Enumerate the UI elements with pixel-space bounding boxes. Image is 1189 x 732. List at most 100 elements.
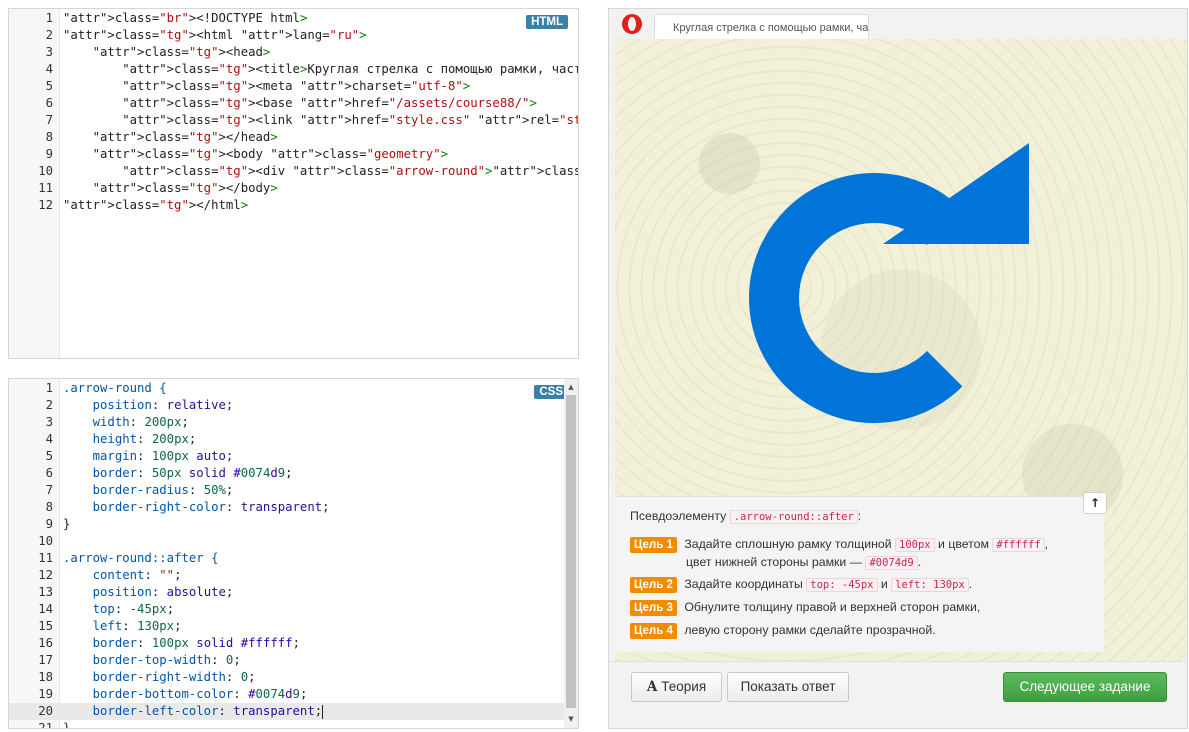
goal-1-line-2: цвет нижней стороны рамки — #0074d9.: [686, 555, 922, 570]
code-line[interactable]: 4 "attr">class="tg"><title>Круглая стрел…: [9, 61, 578, 78]
code-line[interactable]: 10: [9, 533, 578, 550]
code-text[interactable]: top: -45px;: [63, 601, 174, 618]
code-text[interactable]: "attr">class="tg"><title>Круглая стрелка…: [63, 61, 578, 78]
goal-4: Цель 4 левую сторону рамки сделайте проз…: [630, 623, 936, 639]
code-line[interactable]: 11 .arrow-round::after {: [9, 550, 578, 567]
html-editor[interactable]: 1 "attr">class="br"><!DOCTYPE html> 2 "attr…: [8, 8, 579, 359]
show-answer-button[interactable]: Показать ответ: [727, 672, 849, 702]
goal-badge: Цель 1: [630, 537, 677, 553]
code-line[interactable]: 12 "attr">class="tg"></html>: [9, 197, 578, 214]
code-text[interactable]: "attr">class="tg"></head>: [63, 129, 278, 146]
code-text[interactable]: position: relative;: [63, 397, 234, 414]
code-line[interactable]: 17 border-top-width: 0;: [9, 652, 578, 669]
line-number: 7: [45, 483, 53, 497]
css-code-area[interactable]: 1 .arrow-round {2 position: relative; 3 wi…: [9, 380, 578, 729]
code-line[interactable]: 13 position: absolute;: [9, 584, 578, 601]
code-line[interactable]: 5 margin: 100px auto;: [9, 448, 578, 465]
code-text[interactable]: position: absolute;: [63, 584, 234, 601]
code-text[interactable]: }: [63, 516, 70, 533]
code-text[interactable]: border-left-color: transparent;: [63, 703, 324, 720]
code-text[interactable]: .arrow-round::after {: [63, 550, 218, 567]
code-line[interactable]: 9}: [9, 516, 578, 533]
line-number: 3: [45, 45, 53, 59]
code-line[interactable]: 15 left: 130px;: [9, 618, 578, 635]
code-text[interactable]: "attr">class="tg"><head>: [63, 44, 271, 61]
code-text[interactable]: "attr">class="tg"><link "attr">href="sty…: [63, 112, 578, 129]
theory-button[interactable]: A Теория: [631, 672, 722, 702]
line-number: 16: [38, 636, 53, 650]
code-text[interactable]: }: [63, 720, 70, 728]
code-text[interactable]: width: 200px;: [63, 414, 189, 431]
scrollbar-thumb[interactable]: [566, 395, 576, 708]
code-line[interactable]: 18 border-right-width: 0;: [9, 669, 578, 686]
line-number: 18: [38, 670, 53, 684]
code-line[interactable]: 14 top: -45px;: [9, 601, 578, 618]
line-number: 14: [38, 602, 53, 616]
code-text[interactable]: "attr">class="tg"><base "attr">href="/as…: [63, 95, 537, 112]
code-text[interactable]: border-top-width: 0;: [63, 652, 241, 669]
code-text[interactable]: border-right-width: 0;: [63, 669, 256, 686]
code-line[interactable]: 4 height: 200px;: [9, 431, 578, 448]
code-text[interactable]: height: 200px;: [63, 431, 197, 448]
code-text[interactable]: .arrow-round {: [63, 380, 167, 397]
code-text[interactable]: border: 100px solid #ffffff;: [63, 635, 300, 652]
line-number: 7: [45, 113, 53, 127]
code-line[interactable]: 20 border-left-color: transparent;: [9, 703, 578, 720]
html-language-badge: HTML: [526, 15, 568, 29]
code-line[interactable]: 10 "attr">class="tg"><div "attr">class="…: [9, 163, 578, 180]
code-line[interactable]: 6 "attr">class="tg"><base "attr">href="/…: [9, 95, 578, 112]
line-number: 10: [38, 164, 53, 178]
html-code-area[interactable]: 1 "attr">class="br"><!DOCTYPE html> 2 "attr…: [9, 10, 578, 214]
line-number: 5: [45, 79, 53, 93]
line-number: 4: [45, 432, 53, 446]
code-line[interactable]: 2 position: relative;: [9, 397, 578, 414]
code-line[interactable]: 11 "attr">class="tg"></body>: [9, 180, 578, 197]
code-text[interactable]: border-right-color: transparent;: [63, 499, 330, 516]
code-line[interactable]: 6 border: 50px solid #0074d9;: [9, 465, 578, 482]
code-line[interactable]: 8 border-right-color: transparent;: [9, 499, 578, 516]
code-text[interactable]: "attr">class="tg"><body "attr">class="ge…: [63, 146, 448, 163]
code-line[interactable]: 21}: [9, 720, 578, 729]
css-editor[interactable]: 1 .arrow-round {2 position: relative; 3 wi…: [8, 378, 579, 729]
code-line[interactable]: 19 border-bottom-color: #0074d9;: [9, 686, 578, 703]
code-text[interactable]: "attr">class="br"><!DOCTYPE html>: [63, 10, 307, 27]
vertical-scrollbar[interactable]: ▲ ▼: [564, 379, 578, 728]
next-task-button[interactable]: Следующее задание: [1003, 672, 1167, 702]
code-text[interactable]: "attr">class="tg"></body>: [63, 180, 278, 197]
line-number: 12: [38, 198, 53, 212]
code-line[interactable]: 1 .arrow-round {: [9, 380, 578, 397]
code-line[interactable]: 9 "attr">class="tg"><body "attr">class="…: [9, 146, 578, 163]
code-text[interactable]: "attr">class="tg"><html "attr">lang="ru"…: [63, 27, 367, 44]
line-number: 8: [45, 130, 53, 144]
code-line[interactable]: 7 border-radius: 50%;: [9, 482, 578, 499]
code-line[interactable]: 3 width: 200px;: [9, 414, 578, 431]
code-line[interactable]: 1 "attr">class="br"><!DOCTYPE html>: [9, 10, 578, 27]
scroll-down-icon[interactable]: ▼: [564, 712, 578, 726]
scroll-up-icon[interactable]: ▲: [564, 380, 578, 394]
code-text[interactable]: border-radius: 50%;: [63, 482, 234, 499]
code-text[interactable]: border: 50px solid #0074d9;: [63, 465, 293, 482]
browser-tab[interactable]: Круглая стрелка с помощью рамки, часть 2: [654, 14, 869, 39]
code-line[interactable]: 16 border: 100px solid #ffffff;: [9, 635, 578, 652]
line-number: 12: [38, 568, 53, 582]
line-number: 1: [45, 381, 53, 395]
collapse-task-button[interactable]: ↑: [1083, 492, 1107, 514]
preview-panel: Круглая стрелка с помощью рамки, часть 2…: [608, 8, 1188, 729]
code-text[interactable]: border-bottom-color: #0074d9;: [63, 686, 308, 703]
code-line[interactable]: 12 content: "";: [9, 567, 578, 584]
code-line[interactable]: 2 "attr">class="tg"><html "attr">lang="ru…: [9, 27, 578, 44]
code-text[interactable]: content: "";: [63, 567, 182, 584]
goal-1: Цель 1 Задайте сплошную рамку толщиной 1…: [630, 537, 1048, 553]
code-line[interactable]: 7 "attr">class="tg"><link "attr">href="s…: [9, 112, 578, 129]
code-text[interactable]: left: 130px;: [63, 618, 182, 635]
line-number: 17: [38, 653, 53, 667]
code-line[interactable]: 5 "attr">class="tg"><meta "attr">charset…: [9, 78, 578, 95]
code-line[interactable]: 8 "attr">class="tg"></head>: [9, 129, 578, 146]
code-text[interactable]: "attr">class="tg"></html>: [63, 197, 248, 214]
line-number: 21: [38, 721, 53, 729]
code-text[interactable]: margin: 100px auto;: [63, 448, 234, 465]
line-number: 5: [45, 449, 53, 463]
code-text[interactable]: "attr">class="tg"><meta "attr">charset="…: [63, 78, 470, 95]
code-text[interactable]: "attr">class="tg"><div "attr">class="arr…: [63, 163, 578, 180]
code-line[interactable]: 3 "attr">class="tg"><head>: [9, 44, 578, 61]
